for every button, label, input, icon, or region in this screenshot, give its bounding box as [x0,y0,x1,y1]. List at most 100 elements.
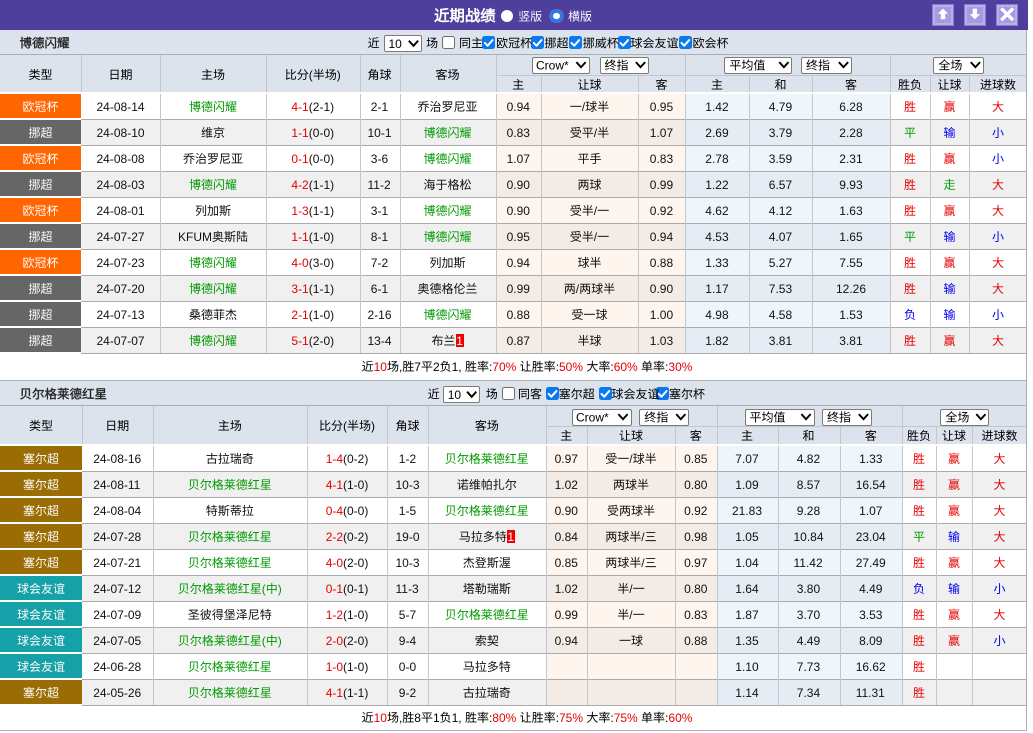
svg-text:/: / [594,126,598,140]
svg-text:70%: 70% [492,360,516,374]
svg-text:0.90: 0.90 [650,282,674,296]
svg-text:75%: 75% [559,711,583,725]
svg-text:/: / [576,282,580,296]
svg-text:7.73: 7.73 [797,660,821,674]
svg-text:4-0: 4-0 [326,556,344,570]
svg-text:): ) [278,634,282,648]
svg-text:0.99: 0.99 [507,282,531,296]
svg-text:1.35: 1.35 [735,634,759,648]
svg-text:10-1: 10-1 [368,126,392,140]
svg-text:5-1: 5-1 [291,334,309,348]
svg-text:(2-0): (2-0) [343,634,368,648]
svg-text:3.81: 3.81 [839,334,863,348]
svg-text:KFUM: KFUM [178,230,212,244]
svg-text:4-1: 4-1 [291,100,309,114]
svg-text:24-07-23: 24-07-23 [97,256,145,270]
svg-text:0.95: 0.95 [507,230,531,244]
svg-text:13-4: 13-4 [368,334,392,348]
svg-text:,: , [399,360,402,374]
svg-text:(1-1): (1-1) [309,282,334,296]
svg-text:0.83: 0.83 [650,152,674,166]
svg-text:1.42: 1.42 [705,100,729,114]
svg-text:Crow*: Crow* [536,58,569,72]
svg-text:/: / [629,608,633,622]
svg-text:2-16: 2-16 [368,308,392,322]
svg-text:(3-0): (3-0) [309,256,334,270]
svg-text:1,: 1, [452,711,465,725]
svg-text:1-4: 1-4 [326,452,344,466]
svg-text:Crow*: Crow* [576,410,609,424]
svg-text:/: / [641,530,645,544]
svg-text:1.65: 1.65 [839,230,863,244]
svg-text:3-1: 3-1 [371,204,389,218]
svg-text:4.79: 4.79 [769,100,793,114]
svg-text:0.99: 0.99 [555,608,579,622]
svg-text:(2-0): (2-0) [309,334,334,348]
svg-text:(2-1): (2-1) [309,100,334,114]
svg-text:2: 2 [433,360,440,374]
svg-text:75%: 75% [614,711,638,725]
svg-text:(1-1): (1-1) [309,178,334,192]
svg-text:1.33: 1.33 [859,452,883,466]
svg-text:5-7: 5-7 [399,608,417,622]
svg-text:0-1: 0-1 [326,582,344,596]
svg-text:(: ( [262,582,266,596]
svg-text:10.84: 10.84 [794,530,824,544]
svg-text:0.83: 0.83 [684,608,708,622]
svg-text:2-0: 2-0 [326,634,344,648]
svg-text:10: 10 [389,37,403,51]
svg-text:0.88: 0.88 [507,308,531,322]
svg-text:11.42: 11.42 [794,556,823,570]
svg-text:/: / [629,452,633,466]
svg-text:11-2: 11-2 [368,178,391,192]
svg-text:24-07-27: 24-07-27 [97,230,145,244]
svg-text:30%: 30% [668,360,692,374]
svg-text:8: 8 [414,711,421,725]
svg-text:0.90: 0.90 [507,204,531,218]
svg-text:24-08-11: 24-08-11 [93,478,140,492]
svg-text:24-08-03: 24-08-03 [97,178,145,192]
svg-text:1-1: 1-1 [291,126,309,140]
svg-text:0.85: 0.85 [684,452,708,466]
svg-text:4-2: 4-2 [291,178,309,192]
svg-text:/: / [629,582,633,596]
svg-text:1-2: 1-2 [399,452,417,466]
svg-text:1-3: 1-3 [291,204,309,218]
svg-text:(0-0): (0-0) [309,126,334,140]
svg-text:7.07: 7.07 [735,452,759,466]
svg-text:(1-1): (1-1) [309,204,334,218]
svg-text:4.12: 4.12 [769,204,793,218]
svg-text:(1-1): (1-1) [343,686,368,700]
svg-text:(: ( [309,68,313,82]
svg-text:24-07-20: 24-07-20 [97,282,145,296]
svg-text:6-1: 6-1 [371,282,389,296]
svg-text:24-07-09: 24-07-09 [93,608,141,622]
svg-text:9.93: 9.93 [839,178,863,192]
svg-text:1.64: 1.64 [735,582,759,596]
svg-text:1: 1 [433,711,440,725]
svg-text:3.79: 3.79 [769,126,793,140]
svg-text:8.57: 8.57 [797,478,821,492]
svg-text:1.02: 1.02 [555,582,579,596]
svg-text:(0-2): (0-2) [343,452,368,466]
svg-text:24-08-16: 24-08-16 [93,452,141,466]
svg-text:): ) [337,68,341,82]
svg-text:27.49: 27.49 [856,556,886,570]
svg-text:/: / [641,556,645,570]
svg-text:24-07-05: 24-07-05 [93,634,141,648]
svg-text:3.70: 3.70 [797,608,821,622]
svg-text:10-3: 10-3 [396,556,420,570]
svg-text:1: 1 [456,334,463,348]
svg-text:(1-0): (1-0) [309,308,334,322]
svg-text:1.87: 1.87 [735,608,759,622]
svg-text:2.28: 2.28 [839,126,863,140]
svg-text:(1-0): (1-0) [343,478,368,492]
svg-text:16.62: 16.62 [856,660,886,674]
svg-text:0.85: 0.85 [555,556,579,570]
svg-text:7-2: 7-2 [371,256,389,270]
svg-text:0.94: 0.94 [507,256,531,270]
svg-text:2.31: 2.31 [839,152,863,166]
svg-text:19-0: 19-0 [396,530,420,544]
svg-text:2.69: 2.69 [705,126,729,140]
svg-text:24-05-26: 24-05-26 [93,686,141,700]
